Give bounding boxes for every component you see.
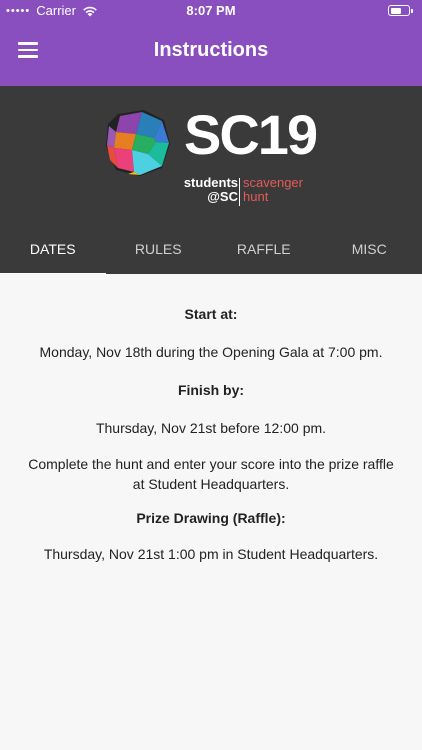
dates-content: Start at: Monday, Nov 18th during the Op…: [0, 274, 422, 750]
start-text: Monday, Nov 18th during the Opening Gala…: [39, 344, 383, 360]
tab-rules[interactable]: RULES: [106, 226, 212, 274]
finish-text: Thursday, Nov 21st before 12:00 pm.: [95, 420, 327, 436]
start-heading: Start at:: [184, 306, 238, 322]
status-time: 8:07 PM: [186, 3, 236, 18]
logo-students-line2: @SC: [207, 189, 238, 204]
status-bar: ••••• Carrier 8:07 PM: [0, 0, 422, 22]
page-title: Instructions: [153, 39, 269, 61]
tab-raffle[interactable]: RAFFLE: [211, 226, 317, 274]
sc19-logo-text: SC19: [184, 103, 318, 166]
logo-students-text: students @SC: [184, 176, 238, 204]
logo-students-line1: students: [183, 175, 238, 190]
tab-bar: DATES RULES RAFFLE MISC: [0, 226, 422, 276]
prize-text: Thursday, Nov 21st 1:00 pm in Student He…: [43, 546, 379, 562]
battery-icon: [388, 5, 413, 16]
logo-scavenger-text: scavenger hunt: [243, 176, 303, 204]
event-banner: SC19 students @SC scavenger hunt: [0, 86, 422, 226]
navigation-bar: Instructions: [0, 22, 422, 86]
logo-scavenger-line2: hunt: [243, 189, 269, 204]
logo-scavenger-line1: scavenger: [243, 175, 303, 190]
tab-dates[interactable]: DATES: [0, 226, 106, 276]
prize-heading: Prize Drawing (Raffle):: [136, 510, 286, 526]
logo-divider: [239, 178, 240, 206]
sc19-gem-logo-icon: [106, 110, 170, 176]
tab-misc[interactable]: MISC: [317, 226, 422, 274]
complete-text: Complete the hunt and enter your score i…: [28, 456, 394, 492]
logo-subtitle: students @SC scavenger hunt: [176, 176, 326, 210]
finish-heading: Finish by:: [177, 382, 245, 398]
